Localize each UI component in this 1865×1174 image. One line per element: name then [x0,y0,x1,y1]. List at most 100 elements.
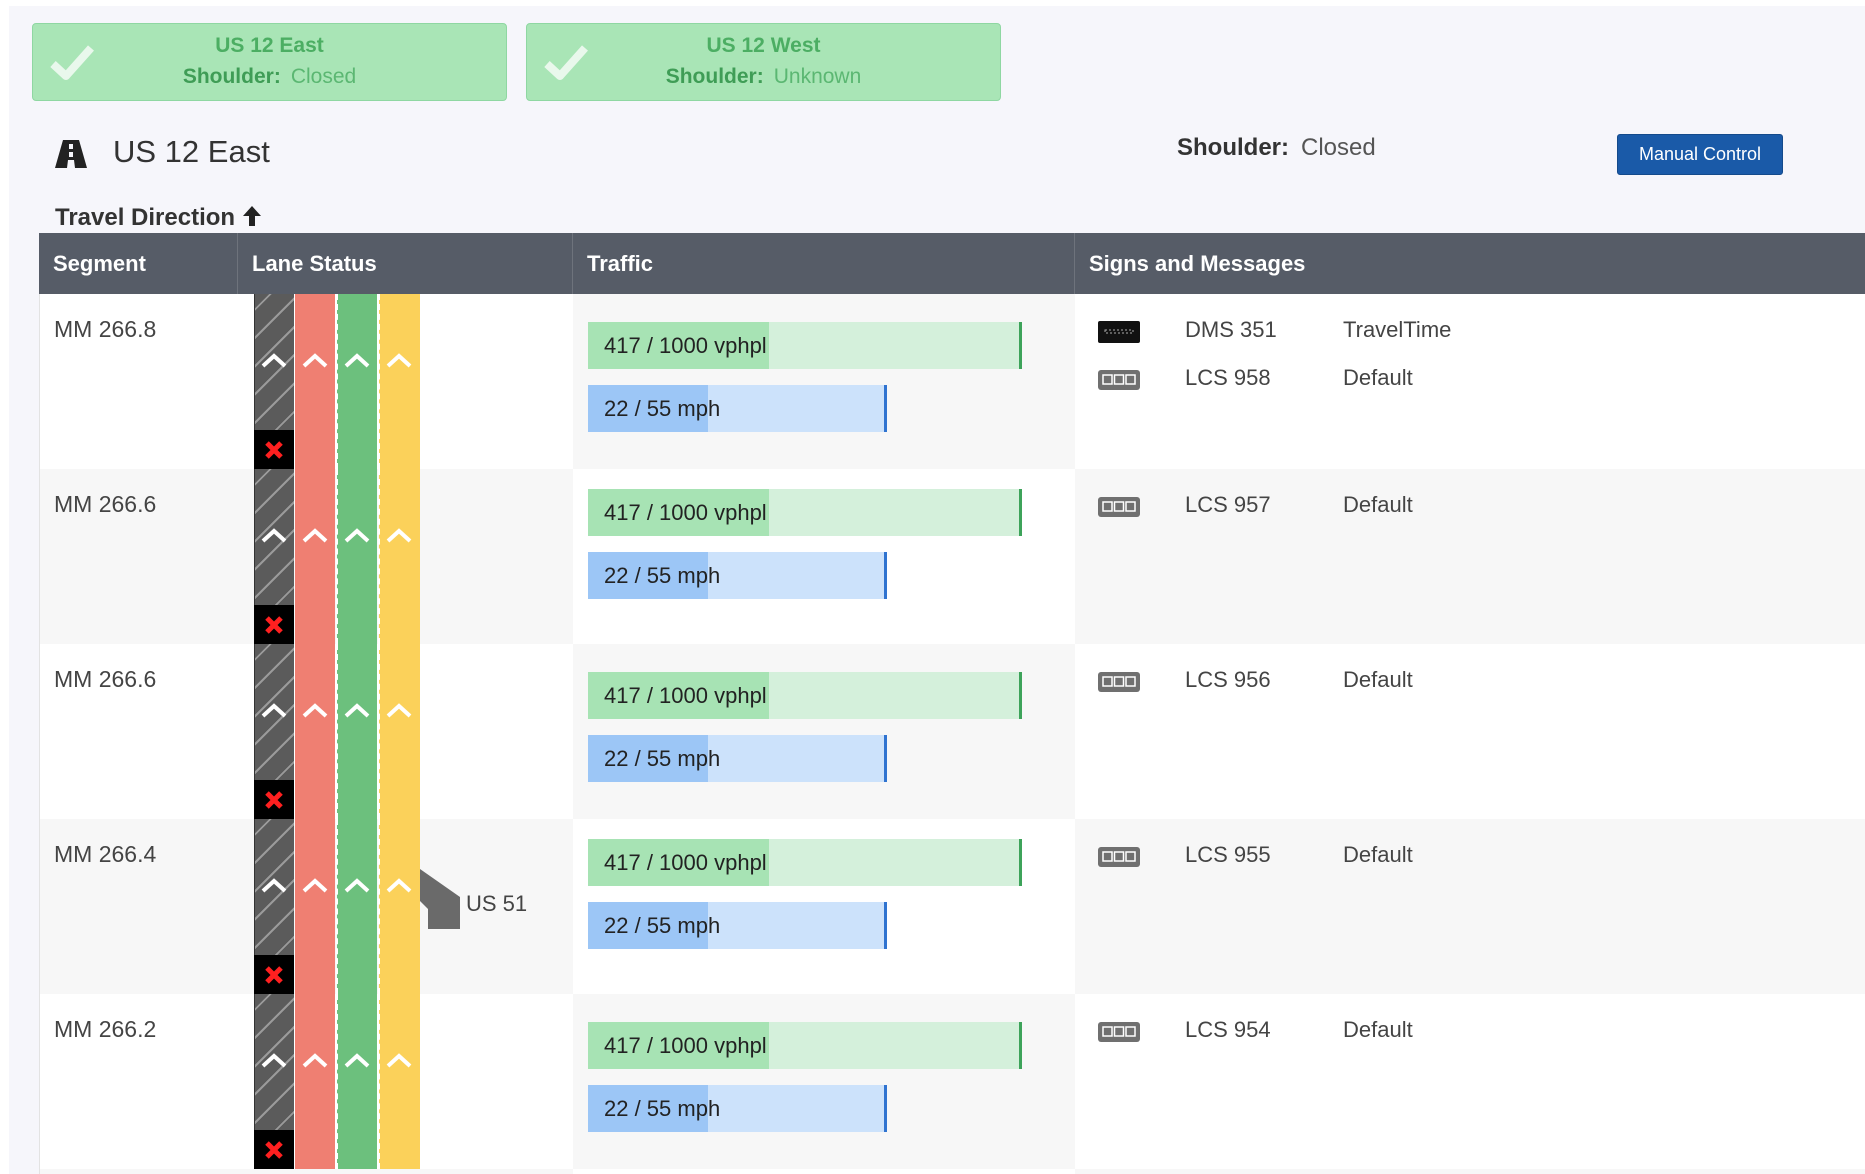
volume-label: 417 / 1000 vphpl [604,850,767,875]
volume-label: 417 / 1000 vphpl [604,500,767,525]
status-card-title: US 12 East [215,34,324,57]
segment-cell: MM 266.6 [39,469,238,644]
lane-closed-x-icon [265,616,283,634]
lane-status-cell [238,469,573,644]
status-card-title: US 12 West [706,34,821,57]
status-card-west[interactable]: US 12 West Shoulder: Unknown [526,23,1001,101]
segment-cell: MM 266.4 [39,819,238,994]
lane-1[interactable] [295,644,335,819]
page: US 12 East Shoulder: Closed US 12 West Sh… [9,6,1865,1174]
lane-closed-indicator [254,1130,294,1169]
lane-3[interactable] [379,994,420,1169]
lane-2[interactable] [337,469,377,644]
chevron-up-icon [344,353,370,368]
lane-divider [378,469,380,644]
chevron-up-icon [302,1053,328,1068]
chevron-up-icon [386,703,412,718]
lane-closed-x-icon [265,791,283,809]
speed-bar: 22 / 55 mph [588,552,887,599]
dms-icon [1098,321,1140,343]
segment-cell: MM 266.6 [39,644,238,819]
shoulder-label: Shoulder: [1177,134,1289,161]
chevron-up-icon [344,1053,370,1068]
column-header-traffic: Traffic [573,233,1075,294]
lane-2[interactable] [337,294,377,469]
lane-divider [336,819,338,994]
signs-cell: LCS 954 Default [1075,994,1865,1169]
speed-bar: 22 / 55 mph [588,385,887,432]
lane-1[interactable] [295,819,335,994]
manual-control-button[interactable]: Manual Control [1617,134,1783,175]
sign-message: Default [1343,365,1413,390]
sign-id: LCS 955 [1185,842,1271,867]
sign-row[interactable]: LCS 957 Default [1075,489,1865,529]
lane-2[interactable] [337,819,377,994]
table-row: MM 266.6 417 / 1000 vphpl 22 / 55 mph LCS 9… [39,469,1865,644]
speed-bar: 22 / 55 mph [588,902,887,949]
traffic-cell: 417 / 1000 vphpl 22 / 55 mph [573,994,1075,1169]
volume-bar: 417 / 1000 vphpl [588,672,1022,719]
column-header-segment: Segment [39,233,238,294]
lane-closed-indicator [254,780,294,819]
chevron-up-icon [386,1053,412,1068]
chevron-up-icon [386,878,412,893]
arrow-up-icon [243,206,262,226]
table-row: MM 266.2 417 / 1000 vphpl 22 / 55 mph LCS 9… [39,994,1865,1169]
lane-divider [378,994,380,1169]
segment-label: MM 266.4 [54,841,157,867]
column-header-signs: Signs and Messages [1089,251,1306,276]
sign-message: Default [1343,667,1413,692]
chevron-up-icon [302,528,328,543]
lane-1[interactable] [295,469,335,644]
volume-bar: 417 / 1000 vphpl [588,839,1022,886]
traffic-cell: 417 / 1000 vphpl 22 / 55 mph [573,644,1075,819]
lane-status-cell [238,994,573,1169]
travel-direction-label: Travel Direction [55,204,236,231]
lane-2[interactable] [337,994,377,1169]
segments-table: Segment Lane Status Traffic Signs and Me… [39,233,1865,1174]
sign-id: DMS 351 [1185,317,1277,342]
segment-cell: MM 266.8 [39,294,238,469]
shoulder-value: Closed [1301,134,1376,161]
sign-row[interactable]: LCS 954 Default [1075,1014,1865,1054]
sign-row[interactable]: LCS 955 Default [1075,839,1865,879]
exit-ramp-icon [420,869,460,929]
lane-3[interactable] [379,644,420,819]
lane-divider [378,644,380,819]
sign-row[interactable]: LCS 958 Default [1075,362,1865,402]
sign-row[interactable]: DMS 351 TravelTime [1075,314,1865,354]
status-card-east[interactable]: US 12 East Shoulder: Closed [32,23,507,101]
exit-label: US 51 [466,891,528,916]
lane-3[interactable] [379,294,420,469]
volume-bar: 417 / 1000 vphpl [588,489,1022,536]
lane-status-cell: US 51 [238,819,573,994]
chevron-up-icon [261,528,287,543]
lane-2[interactable] [337,644,377,819]
lcs-icon [1098,497,1140,517]
lane-status-cell [238,644,573,819]
lane-closed-indicator [254,605,294,644]
traffic-cell: 417 / 1000 vphpl 22 / 55 mph [573,294,1075,469]
lane-3[interactable] [379,469,420,644]
chevron-up-icon [344,528,370,543]
lane-3[interactable] [379,819,420,994]
lane-divider [378,294,380,469]
speed-label: 22 / 55 mph [604,1096,721,1121]
sign-message: Default [1343,842,1413,867]
segment-cell: MM 266.2 [39,994,238,1169]
sign-message: Default [1343,492,1413,517]
lane-closed-indicator [254,955,294,994]
table-body: MM 266.8 417 / 1000 vphpl 22 / 55 mph DMS 3… [39,294,1865,1174]
signs-cell: LCS 956 Default [1075,644,1865,819]
speed-label: 22 / 55 mph [604,563,721,588]
signs-cell: LCS 957 Default [1075,469,1865,644]
volume-label: 417 / 1000 vphpl [604,333,767,358]
lane-1[interactable] [295,294,335,469]
shoulder-label: Shoulder: [665,65,764,88]
traffic-cell: 417 / 1000 vphpl 22 / 55 mph [573,469,1075,644]
lane-1[interactable] [295,994,335,1169]
road-icon [55,140,87,168]
lane-closed-x-icon [265,1141,283,1159]
sign-row[interactable]: LCS 956 Default [1075,664,1865,704]
volume-bar: 417 / 1000 vphpl [588,322,1022,369]
